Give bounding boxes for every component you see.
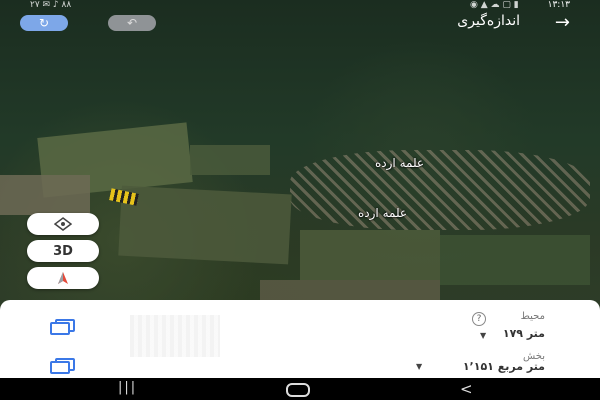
arrow-right-icon[interactable]: → xyxy=(555,12,570,33)
village-area xyxy=(290,150,590,230)
map-place-label: علمه ارده xyxy=(375,156,425,170)
redo-button[interactable]: ↻ xyxy=(20,15,68,31)
map-field xyxy=(300,230,440,280)
map-field xyxy=(118,185,292,265)
status-time: ۱۳:۱۳ xyxy=(547,0,570,10)
navigation-bar: ||| < xyxy=(0,378,600,400)
undo-button[interactable]: ↶ xyxy=(108,15,156,31)
copy-icon[interactable] xyxy=(50,358,78,374)
help-icon[interactable]: ? xyxy=(472,312,486,326)
blurred-area xyxy=(130,315,220,357)
undo-icon: ↶ xyxy=(126,16,138,30)
copy-icon[interactable] xyxy=(50,319,78,335)
dropdown-icon[interactable]: ▼ xyxy=(416,362,422,371)
recent-apps-button[interactable]: ||| xyxy=(118,380,137,395)
page-title: اندازه‌گیری xyxy=(457,13,520,29)
home-button[interactable] xyxy=(286,383,310,397)
perimeter-value[interactable]: ۱۷۹ متر xyxy=(503,327,545,340)
status-left: ۲۷ ✉ ♪ ۸۸ xyxy=(30,0,72,10)
dropdown-icon[interactable]: ▼ xyxy=(480,331,486,340)
view-3d-button[interactable]: 3D xyxy=(27,240,99,262)
map-place-label: علمه ارده xyxy=(358,206,408,220)
area-value[interactable]: ۱٬۱۵۱ متر مربع xyxy=(463,360,545,373)
back-button[interactable]: < xyxy=(460,380,473,398)
map-field xyxy=(0,175,90,215)
status-icons: ◉ ▲ ☁ ▢ ▮ xyxy=(470,0,519,10)
measurement-sheet: ? محیط ۱۷۹ متر ▼ بخش ۱٬۱۵۱ متر مربع ▼ xyxy=(0,300,600,378)
location-pin-icon xyxy=(58,272,68,284)
status-bar: ۲۷ ✉ ♪ ۸۸ ◉ ▲ ☁ ▢ ▮ ۱۳:۱۳ xyxy=(0,0,600,12)
location-button[interactable] xyxy=(27,267,99,289)
compass-icon xyxy=(54,217,72,231)
perimeter-label: محیط xyxy=(520,311,545,322)
redo-icon: ↻ xyxy=(38,16,50,30)
map-field xyxy=(440,235,590,285)
compass-button[interactable] xyxy=(27,213,99,235)
map-field xyxy=(190,145,270,175)
